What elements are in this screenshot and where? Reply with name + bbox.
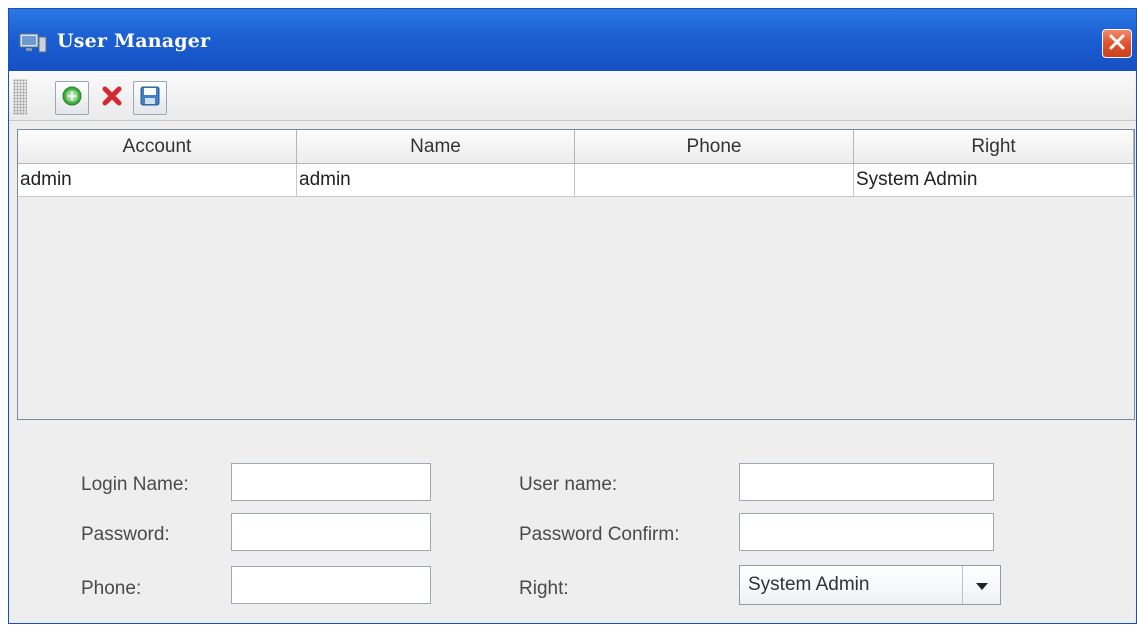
users-table[interactable]: Account Name Phone Right admin admin Sys… (17, 129, 1135, 420)
user-name-field[interactable] (739, 463, 994, 501)
chevron-down-icon (975, 576, 989, 595)
add-user-button[interactable] (55, 81, 89, 115)
delete-user-button[interactable] (95, 81, 129, 115)
user-manager-window: User Manager Account Name Phone Right ad… (8, 8, 1137, 624)
phone-label: Phone: (81, 578, 142, 599)
right-label: Right: (519, 578, 569, 599)
close-button[interactable] (1102, 29, 1132, 58)
password-confirm-field[interactable] (739, 513, 994, 551)
toolbar (9, 71, 1136, 121)
column-header-phone[interactable]: Phone (575, 130, 854, 164)
table-header: Account Name Phone Right (18, 130, 1134, 164)
login-name-field[interactable] (231, 463, 431, 501)
computer-icon (19, 33, 47, 53)
column-header-right[interactable]: Right (854, 130, 1134, 164)
close-icon (1108, 33, 1126, 55)
cell-account[interactable]: admin (18, 164, 297, 197)
save-icon (139, 85, 161, 111)
title-bar[interactable]: User Manager (9, 9, 1136, 71)
column-header-name[interactable]: Name (297, 130, 575, 164)
add-icon (61, 85, 83, 111)
password-label: Password: (81, 524, 170, 545)
table-row[interactable]: admin admin System Admin (18, 164, 1134, 197)
cell-right[interactable]: System Admin (854, 164, 1134, 197)
right-select[interactable]: System Admin (739, 565, 1001, 605)
phone-field[interactable] (231, 566, 431, 604)
password-confirm-label: Password Confirm: (519, 524, 680, 545)
user-form: Login Name: Password: Phone: User name: … (9, 421, 1136, 623)
save-button[interactable] (133, 81, 167, 115)
login-name-label: Login Name: (81, 474, 189, 495)
dropdown-button[interactable] (962, 566, 1000, 604)
cell-name[interactable]: admin (297, 164, 575, 197)
delete-icon (101, 85, 123, 111)
column-header-account[interactable]: Account (18, 130, 297, 164)
cell-phone[interactable] (575, 164, 854, 197)
right-select-value: System Admin (748, 574, 870, 595)
window-title: User Manager (57, 30, 211, 52)
user-name-label: User name: (519, 474, 618, 495)
toolbar-grip[interactable] (13, 79, 27, 115)
password-field[interactable] (231, 513, 431, 551)
